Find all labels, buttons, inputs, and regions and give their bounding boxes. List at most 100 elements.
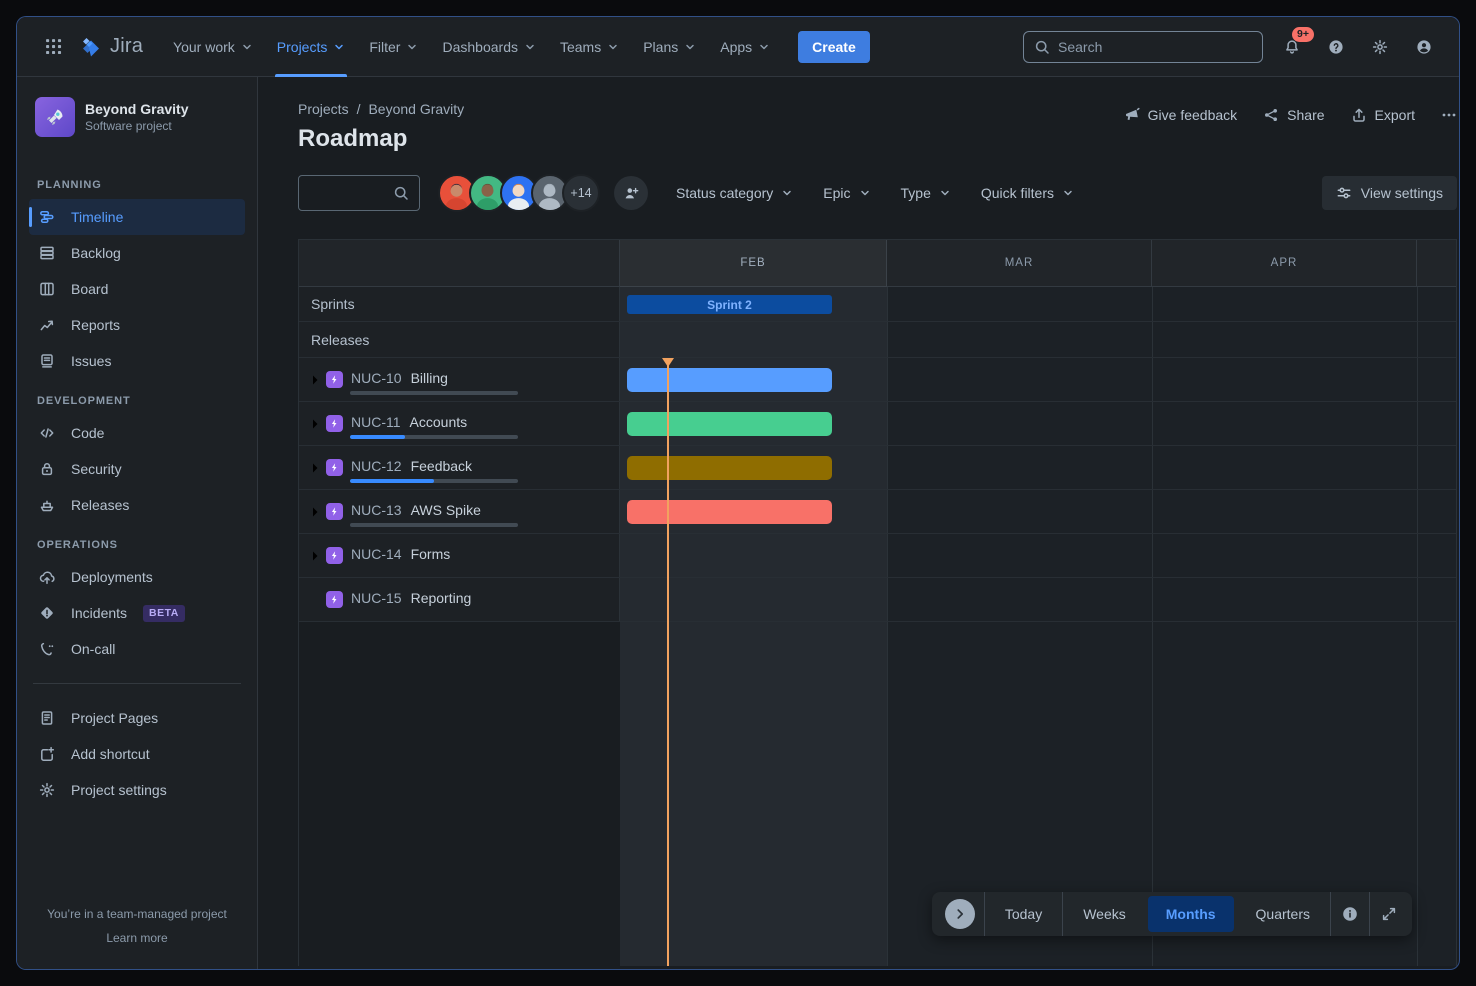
epic-progress-bar: [350, 391, 518, 395]
nav-item-teams[interactable]: Teams: [548, 17, 631, 77]
epic-progress-bar: [350, 479, 518, 483]
chevron-down-icon: [524, 41, 536, 53]
sidebar-item-incidents[interactable]: IncidentsBETA: [29, 595, 245, 631]
sidebar-divider: [33, 683, 241, 684]
filter-dropdown-quick-filters[interactable]: Quick filters: [971, 179, 1084, 207]
global-search-input[interactable]: [1058, 39, 1252, 55]
epic-row-nuc-12[interactable]: NUC-12Feedback: [299, 446, 1456, 490]
epic-row-nuc-10[interactable]: NUC-10Billing: [299, 358, 1456, 402]
scroll-right-button[interactable]: [945, 899, 975, 929]
help-button[interactable]: [1321, 32, 1351, 62]
main-content: Projects / Beyond Gravity Roadmap Give f…: [258, 77, 1459, 969]
releases-icon: [37, 497, 57, 513]
deployments-icon: [37, 569, 57, 585]
action-label: Give feedback: [1148, 107, 1238, 123]
export-button[interactable]: Export: [1351, 107, 1415, 123]
expand-chevron-icon[interactable]: [305, 414, 325, 434]
epic-row-nuc-15[interactable]: NUC-15Reporting: [299, 578, 1456, 622]
view-settings-button[interactable]: View settings: [1322, 176, 1457, 210]
nav-item-your-work[interactable]: Your work: [161, 17, 265, 77]
epic-key: NUC-12: [351, 458, 402, 474]
project-type: Software project: [85, 119, 188, 133]
fullscreen-button[interactable]: [1370, 892, 1408, 936]
chevron-down-icon: [758, 41, 770, 53]
apps-grid-icon: [45, 38, 62, 55]
settings-button[interactable]: [1365, 32, 1395, 62]
sidebar-item-board[interactable]: Board: [29, 271, 245, 307]
sidebar-item-releases[interactable]: Releases: [29, 487, 245, 523]
nav-item-plans[interactable]: Plans: [631, 17, 708, 77]
nav-item-dashboards[interactable]: Dashboards: [430, 17, 548, 77]
filter-dropdown-status-category[interactable]: Status category: [666, 179, 803, 207]
expand-icon: [1381, 906, 1397, 922]
scale-button-weeks[interactable]: Weeks: [1065, 896, 1144, 932]
sidebar-item-security[interactable]: Security: [29, 451, 245, 487]
gear-icon: [1372, 39, 1388, 55]
scale-button-quarters[interactable]: Quarters: [1238, 896, 1328, 932]
create-button[interactable]: Create: [798, 31, 870, 63]
today-button[interactable]: Today: [987, 896, 1060, 932]
chevron-down-icon: [406, 41, 418, 53]
share-button[interactable]: Share: [1263, 107, 1324, 123]
search-icon: [393, 185, 409, 201]
jira-logo[interactable]: Jira: [79, 35, 143, 59]
learn-more-link[interactable]: Learn more: [106, 931, 167, 945]
nav-item-filter[interactable]: Filter: [357, 17, 430, 77]
filter-dropdown-epic[interactable]: Epic: [813, 179, 880, 207]
notification-badge: 9+: [1292, 27, 1314, 42]
nav-item-label: Teams: [560, 39, 601, 55]
epic-key: NUC-13: [351, 502, 402, 518]
project-sidebar: Beyond Gravity Software project PLANNING…: [17, 77, 258, 969]
epic-row-nuc-13[interactable]: NUC-13AWS Spike: [299, 490, 1456, 534]
app-switcher-button[interactable]: [37, 31, 69, 63]
expand-chevron-icon[interactable]: [305, 502, 325, 522]
add-people-button[interactable]: [614, 176, 648, 210]
sidebar-item-label: Add shortcut: [71, 746, 150, 762]
timeline-info-button[interactable]: [1331, 892, 1369, 936]
sidebar-item-label: Reports: [71, 317, 120, 333]
nav-item-apps[interactable]: Apps: [708, 17, 782, 77]
filter-dropdown-type[interactable]: Type: [891, 179, 961, 207]
timeline-search-input[interactable]: [309, 185, 393, 201]
global-search[interactable]: [1023, 31, 1263, 63]
sidebar-item-timeline[interactable]: Timeline: [29, 199, 245, 235]
breadcrumb-project-name[interactable]: Beyond Gravity: [368, 101, 464, 117]
epic-bar-nuc-10[interactable]: [627, 368, 832, 392]
sidebar-item-on-call[interactable]: On-call: [29, 631, 245, 667]
sprint-bar[interactable]: Sprint 2: [627, 295, 832, 314]
give-feedback-button[interactable]: Give feedback: [1124, 107, 1238, 123]
profile-button[interactable]: [1409, 32, 1439, 62]
sidebar-item-backlog[interactable]: Backlog: [29, 235, 245, 271]
nav-item-label: Filter: [369, 39, 400, 55]
timeline-search[interactable]: [298, 175, 420, 211]
epic-icon: [326, 591, 343, 608]
more-actions-button[interactable]: [1441, 107, 1457, 123]
chevron-down-icon: [859, 187, 871, 199]
epic-row-nuc-14[interactable]: NUC-14Forms: [299, 534, 1456, 578]
sidebar-item-project-pages[interactable]: Project Pages: [29, 700, 245, 736]
nav-item-label: Dashboards: [442, 39, 518, 55]
sidebar-item-reports[interactable]: Reports: [29, 307, 245, 343]
expand-chevron-icon[interactable]: [305, 370, 325, 390]
nav-item-projects[interactable]: Projects: [265, 17, 358, 77]
sliders-icon: [1336, 185, 1352, 201]
epic-row-nuc-11[interactable]: NUC-11Accounts: [299, 402, 1456, 446]
expand-chevron-icon[interactable]: [305, 458, 325, 478]
breadcrumb-projects[interactable]: Projects: [298, 101, 349, 117]
sidebar-item-issues[interactable]: Issues: [29, 343, 245, 379]
scale-button-months[interactable]: Months: [1148, 896, 1234, 932]
notifications-button[interactable]: 9+: [1277, 32, 1307, 62]
epic-bar-nuc-12[interactable]: [627, 456, 832, 480]
sidebar-item-project-settings[interactable]: Project settings: [29, 772, 245, 808]
avatar-overflow-count[interactable]: +14: [562, 174, 600, 212]
epic-name: Forms: [411, 546, 451, 562]
avatar-icon: [1416, 39, 1432, 55]
expand-chevron-icon[interactable]: [305, 546, 325, 566]
sidebar-item-add-shortcut[interactable]: Add shortcut: [29, 736, 245, 772]
sprint-bar-label: Sprint 2: [707, 298, 752, 312]
sidebar-item-code[interactable]: Code: [29, 415, 245, 451]
epic-bar-nuc-11[interactable]: [627, 412, 832, 436]
epic-bar-nuc-13[interactable]: [627, 500, 832, 524]
sidebar-item-deployments[interactable]: Deployments: [29, 559, 245, 595]
toolbar-divider: [984, 892, 985, 936]
